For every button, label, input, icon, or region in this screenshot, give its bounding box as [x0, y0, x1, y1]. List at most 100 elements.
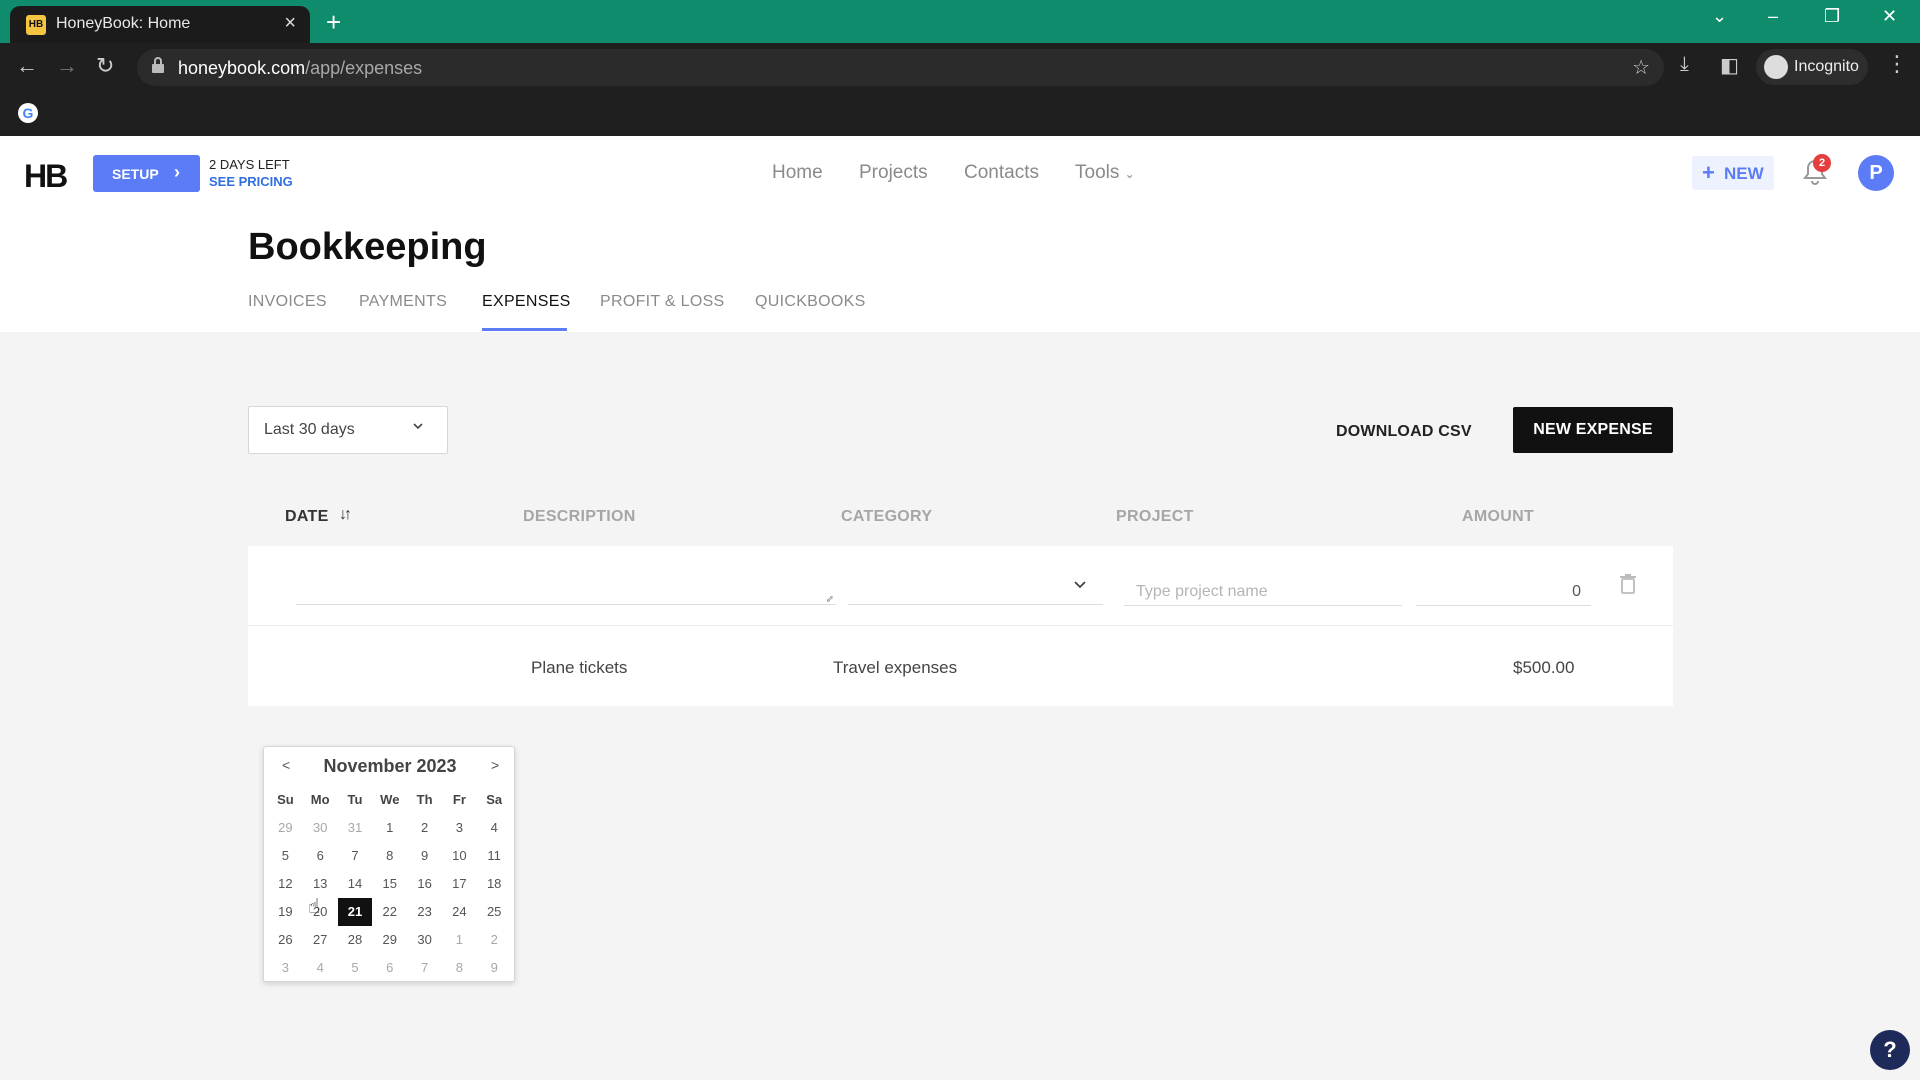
- calendar-day[interactable]: 2: [477, 926, 512, 954]
- calendar-day[interactable]: 29: [268, 814, 303, 842]
- weekday-label: Th: [416, 792, 433, 807]
- tab-payments[interactable]: PAYMENTS: [359, 293, 447, 311]
- weekday-label: Sa: [486, 792, 503, 807]
- new-tab-icon[interactable]: +: [326, 7, 341, 38]
- tab-quickbooks[interactable]: QUICKBOOKS: [755, 293, 866, 311]
- tab-profit-loss[interactable]: PROFIT & LOSS: [600, 293, 725, 311]
- calendar-day[interactable]: 5: [268, 842, 303, 870]
- see-pricing-link[interactable]: SEE PRICING: [209, 174, 293, 189]
- category-select[interactable]: [848, 604, 1103, 605]
- browser-menu-icon[interactable]: ⋮: [1886, 51, 1908, 77]
- honeybook-logo[interactable]: HB: [24, 158, 68, 195]
- calendar-day[interactable]: 2: [407, 814, 442, 842]
- header-date[interactable]: DATE: [285, 508, 329, 526]
- notification-badge: 2: [1813, 154, 1831, 172]
- avatar[interactable]: P: [1858, 155, 1894, 191]
- tab-invoices[interactable]: INVOICES: [248, 293, 327, 311]
- calendar-day[interactable]: 30: [407, 926, 442, 954]
- forward-icon[interactable]: →: [56, 53, 78, 79]
- calendar-day[interactable]: 29: [372, 926, 407, 954]
- chevron-down-icon[interactable]: [1073, 578, 1087, 592]
- next-month-icon[interactable]: >: [491, 757, 499, 773]
- download-icon[interactable]: ⤓: [1680, 53, 1689, 76]
- calendar-day-selected[interactable]: 21: [337, 898, 373, 926]
- calendar-day[interactable]: 14: [338, 870, 373, 898]
- calendar-day[interactable]: 30: [303, 814, 338, 842]
- calendar-day[interactable]: 3: [442, 814, 477, 842]
- project-name-input[interactable]: [1124, 578, 1402, 606]
- weekday-label: Su: [277, 792, 294, 807]
- nav-contacts[interactable]: Contacts: [964, 162, 1039, 184]
- calendar-day[interactable]: 27: [303, 926, 338, 954]
- calendar-day[interactable]: 10: [442, 842, 477, 870]
- bookmark-star-icon[interactable]: ☆: [1632, 55, 1650, 80]
- calendar-day[interactable]: 7: [338, 842, 373, 870]
- row-category: Travel expenses: [833, 658, 958, 677]
- calendar-day[interactable]: 5: [338, 954, 373, 982]
- browser-tab[interactable]: HB HoneyBook: Home ×: [10, 6, 310, 43]
- calendar-day[interactable]: 11: [477, 842, 512, 870]
- minimize-icon[interactable]: –: [1768, 6, 1778, 27]
- calendar-day[interactable]: 23: [407, 898, 442, 926]
- calendar-month-title: November 2023: [323, 756, 457, 776]
- calendar-day[interactable]: 9: [407, 842, 442, 870]
- nav-home[interactable]: Home: [772, 162, 823, 184]
- setup-label: SETUP: [112, 166, 159, 182]
- tab-title: HoneyBook: Home: [56, 15, 191, 32]
- download-csv-button[interactable]: DOWNLOAD CSV: [1336, 423, 1472, 441]
- address-bar[interactable]: honeybook.com/app/expenses ☆: [137, 49, 1664, 86]
- calendar-day[interactable]: 22: [372, 898, 407, 926]
- calendar-day[interactable]: 9: [477, 954, 512, 982]
- calendar-day[interactable]: 17: [442, 870, 477, 898]
- calendar-day[interactable]: 16: [407, 870, 442, 898]
- nav-projects[interactable]: Projects: [859, 162, 928, 184]
- nav-tools[interactable]: Tools ⌄: [1075, 162, 1135, 184]
- header-amount: AMOUNT: [1462, 508, 1535, 525]
- reload-icon[interactable]: ↻: [96, 53, 114, 79]
- side-panel-icon[interactable]: ◧: [1720, 53, 1739, 78]
- amount-input[interactable]: [1416, 578, 1591, 606]
- setup-button[interactable]: SETUP ›: [93, 155, 200, 192]
- date-picker: < November 2023 > Su Mo Tu We Th Fr Sa 2…: [263, 746, 515, 982]
- calendar-day[interactable]: 6: [372, 954, 407, 982]
- calendar-day[interactable]: 7: [407, 954, 442, 982]
- restore-icon[interactable]: ❐: [1824, 6, 1840, 27]
- description-field[interactable]: [296, 604, 836, 605]
- calendar-day[interactable]: 12: [268, 870, 303, 898]
- table-row[interactable]: [248, 626, 1673, 706]
- calendar-day[interactable]: 8: [442, 954, 477, 982]
- tab-search-icon[interactable]: ⌄: [1712, 6, 1727, 27]
- row-description: Plane tickets: [531, 658, 628, 677]
- calendar-day[interactable]: 15: [372, 870, 407, 898]
- calendar-day[interactable]: 19: [268, 898, 303, 926]
- close-tab-icon[interactable]: ×: [284, 12, 296, 35]
- back-icon[interactable]: ←: [16, 53, 38, 79]
- help-button[interactable]: ?: [1870, 1030, 1910, 1070]
- calendar-day[interactable]: 4: [477, 814, 512, 842]
- trash-icon[interactable]: [1620, 574, 1636, 594]
- date-range-select[interactable]: Last 30 days: [248, 406, 448, 454]
- calendar-day[interactable]: 18: [477, 870, 512, 898]
- header-description: DESCRIPTION: [523, 508, 636, 525]
- calendar-day[interactable]: 1: [372, 814, 407, 842]
- calendar-day[interactable]: 31: [338, 814, 373, 842]
- weekday-label: Fr: [452, 792, 466, 807]
- tab-expenses[interactable]: EXPENSES: [482, 293, 571, 311]
- window-close-icon[interactable]: ✕: [1882, 6, 1897, 27]
- calendar-day[interactable]: 28: [338, 926, 373, 954]
- calendar-day[interactable]: 6: [303, 842, 338, 870]
- active-tab-indicator: [482, 328, 567, 331]
- incognito-profile-button[interactable]: Incognito: [1756, 49, 1868, 85]
- google-bookmark-icon[interactable]: G: [18, 103, 38, 123]
- sort-icon[interactable]: ↓↑: [339, 506, 352, 524]
- calendar-day[interactable]: 25: [477, 898, 512, 926]
- new-button[interactable]: + NEW: [1692, 156, 1774, 190]
- calendar-day[interactable]: 24: [442, 898, 477, 926]
- hand-pointer-icon: ☝: [308, 896, 321, 918]
- calendar-day[interactable]: 8: [372, 842, 407, 870]
- calendar-day[interactable]: 3: [268, 954, 303, 982]
- calendar-day[interactable]: 4: [303, 954, 338, 982]
- new-expense-button[interactable]: NEW EXPENSE: [1513, 407, 1673, 453]
- calendar-day[interactable]: 1: [442, 926, 477, 954]
- calendar-day[interactable]: 26: [268, 926, 303, 954]
